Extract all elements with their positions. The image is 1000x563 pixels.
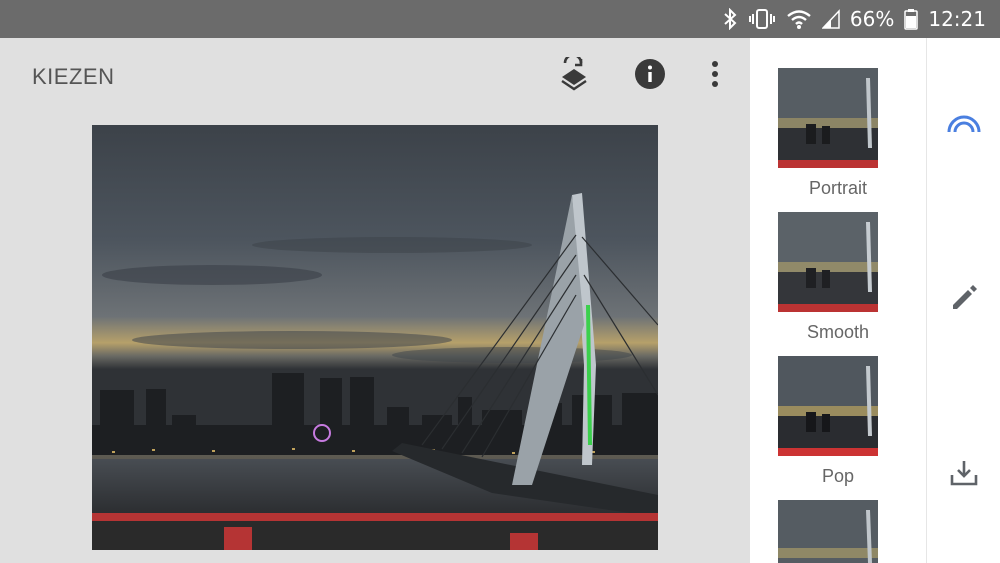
clock: 12:21: [928, 7, 986, 31]
look-thumbnail-pop[interactable]: [778, 356, 878, 456]
export-tab-button[interactable]: [943, 454, 985, 496]
photo-canvas[interactable]: [92, 125, 658, 550]
page-title: KIEZEN: [32, 64, 115, 89]
tool-rail: [926, 38, 1000, 563]
tools-tab-button[interactable]: [943, 279, 985, 321]
more-options-button[interactable]: [697, 58, 733, 94]
cell-signal-icon: [821, 8, 840, 30]
look-label: Smooth: [806, 322, 870, 342]
status-bar: 66% 12:21: [0, 0, 1000, 38]
look-label: Pop: [821, 466, 855, 486]
info-button[interactable]: [632, 58, 668, 94]
looks-arc-icon: [946, 112, 982, 139]
info-icon: [634, 58, 666, 95]
battery-percent: 66%: [849, 7, 895, 31]
stack-rotate-icon: [559, 53, 589, 96]
more-vert-icon: [711, 60, 719, 93]
stack-rotate-button[interactable]: [556, 53, 592, 96]
looks-panel: Portrait Smooth Pop: [750, 38, 926, 563]
look-thumbnail-4[interactable]: [778, 500, 878, 563]
bluetooth-icon: [722, 8, 738, 30]
wifi-icon: [786, 8, 812, 30]
vibrate-icon: [748, 8, 776, 30]
edit-pencil-icon: [949, 283, 979, 318]
looks-tab-button[interactable]: [943, 104, 985, 146]
editor-area: KIEZEN: [0, 38, 750, 563]
look-thumbnail-smooth[interactable]: [778, 212, 878, 312]
battery-icon: [904, 8, 919, 30]
look-label: Portrait: [808, 178, 868, 198]
download-icon: [949, 458, 979, 493]
look-thumbnail-portrait[interactable]: [778, 68, 878, 168]
